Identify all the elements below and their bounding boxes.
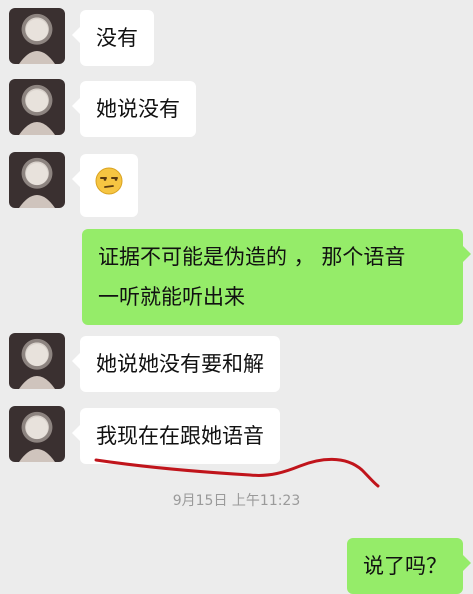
unamused-face-icon [94,166,124,205]
message-text: 她说没有 [96,97,180,121]
contact-avatar[interactable] [9,8,65,64]
contact-avatar[interactable] [9,152,65,208]
message-text: 她说她没有要和解 [96,352,264,376]
message-text: 我现在在跟她语音 [96,424,264,448]
message-text-line: 一听就能听出来 [98,285,245,309]
message-bubble[interactable]: 我现在在跟她语音 [72,408,280,464]
timestamp: 9月15日 上午11:23 [172,493,301,509]
message-bubble[interactable]: 说了吗？ [347,538,471,594]
message-text-line: 证据不可能是伪造的 ， 那个语音 [98,245,406,269]
message-bubble[interactable]: 她说没有 [72,81,196,137]
message-text: 没有 [96,26,138,50]
contact-avatar[interactable] [9,79,65,135]
message-bubble[interactable]: 她说她没有要和解 [72,336,280,392]
contact-avatar[interactable] [9,406,65,462]
contact-avatar[interactable] [9,333,65,389]
message-bubble[interactable] [72,154,138,217]
message-bubble[interactable]: 证据不可能是伪造的 ， 那个语音 一听就能听出来 [82,229,471,325]
message-text: 说了吗？ [363,554,447,578]
message-bubble[interactable]: 没有 [72,10,154,66]
